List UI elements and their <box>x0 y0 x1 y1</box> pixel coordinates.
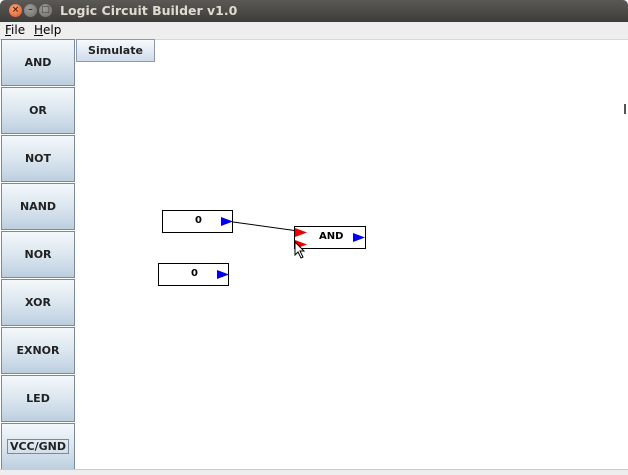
nor-button[interactable]: NOR <box>1 231 75 278</box>
led-button-label: LED <box>26 392 50 405</box>
window-title: Logic Circuit Builder v1.0 <box>60 3 238 18</box>
or-button-label: OR <box>29 104 47 117</box>
input-switch-2-value: 0 <box>191 268 198 279</box>
menu-bar: File Help <box>0 22 628 40</box>
output-port-icon[interactable] <box>217 270 229 279</box>
menu-help[interactable]: Help <box>34 23 61 37</box>
xor-button[interactable]: XOR <box>1 279 75 326</box>
simulate-button-label: Simulate <box>88 44 143 57</box>
bottom-border <box>0 469 628 475</box>
menu-file-label: ile <box>11 23 26 37</box>
wire[interactable] <box>232 221 299 232</box>
window-edge-marker <box>624 104 626 114</box>
window-titlebar[interactable]: × – □ Logic Circuit Builder v1.0 <box>0 0 628 22</box>
input-switch-1[interactable]: 0 <box>162 210 233 233</box>
led-button[interactable]: LED <box>1 375 75 422</box>
minimize-icon[interactable]: – <box>24 4 37 17</box>
and-button-label: AND <box>24 56 52 69</box>
wire-layer <box>232 221 299 232</box>
input-port-icon[interactable] <box>295 228 307 237</box>
gate-palette: AND OR NOT NAND NOR XOR EXNOR LED VCC/GN… <box>0 39 76 470</box>
simulate-button[interactable]: Simulate <box>76 39 155 62</box>
input-switch-1-value: 0 <box>195 215 202 226</box>
menu-help-label: elp <box>43 23 62 37</box>
circuit-canvas[interactable]: 0 0 AND <box>76 39 628 469</box>
mouse-pointer-icon <box>294 241 306 259</box>
menu-file[interactable]: File <box>5 23 25 37</box>
vcc-gnd-button[interactable]: VCC/GND <box>1 423 75 470</box>
nand-button-label: NAND <box>19 200 57 213</box>
or-button[interactable]: OR <box>1 87 75 134</box>
nand-button[interactable]: NAND <box>1 183 75 230</box>
and-button[interactable]: AND <box>1 39 75 86</box>
output-port-icon[interactable] <box>353 233 365 242</box>
and-gate-label: AND <box>319 231 344 242</box>
not-button-label: NOT <box>24 152 52 165</box>
nor-button-label: NOR <box>24 248 52 261</box>
exnor-button[interactable]: EXNOR <box>1 327 75 374</box>
close-icon[interactable]: × <box>9 4 22 17</box>
maximize-icon[interactable]: □ <box>39 4 52 17</box>
xor-button-label: XOR <box>25 296 51 309</box>
exnor-button-label: EXNOR <box>16 344 60 357</box>
input-switch-2[interactable]: 0 <box>158 263 229 286</box>
vcc-gnd-button-label: VCC/GND <box>6 439 70 454</box>
output-port-icon[interactable] <box>221 217 233 226</box>
menu-help-mnemonic: H <box>34 23 44 37</box>
not-button[interactable]: NOT <box>1 135 75 182</box>
